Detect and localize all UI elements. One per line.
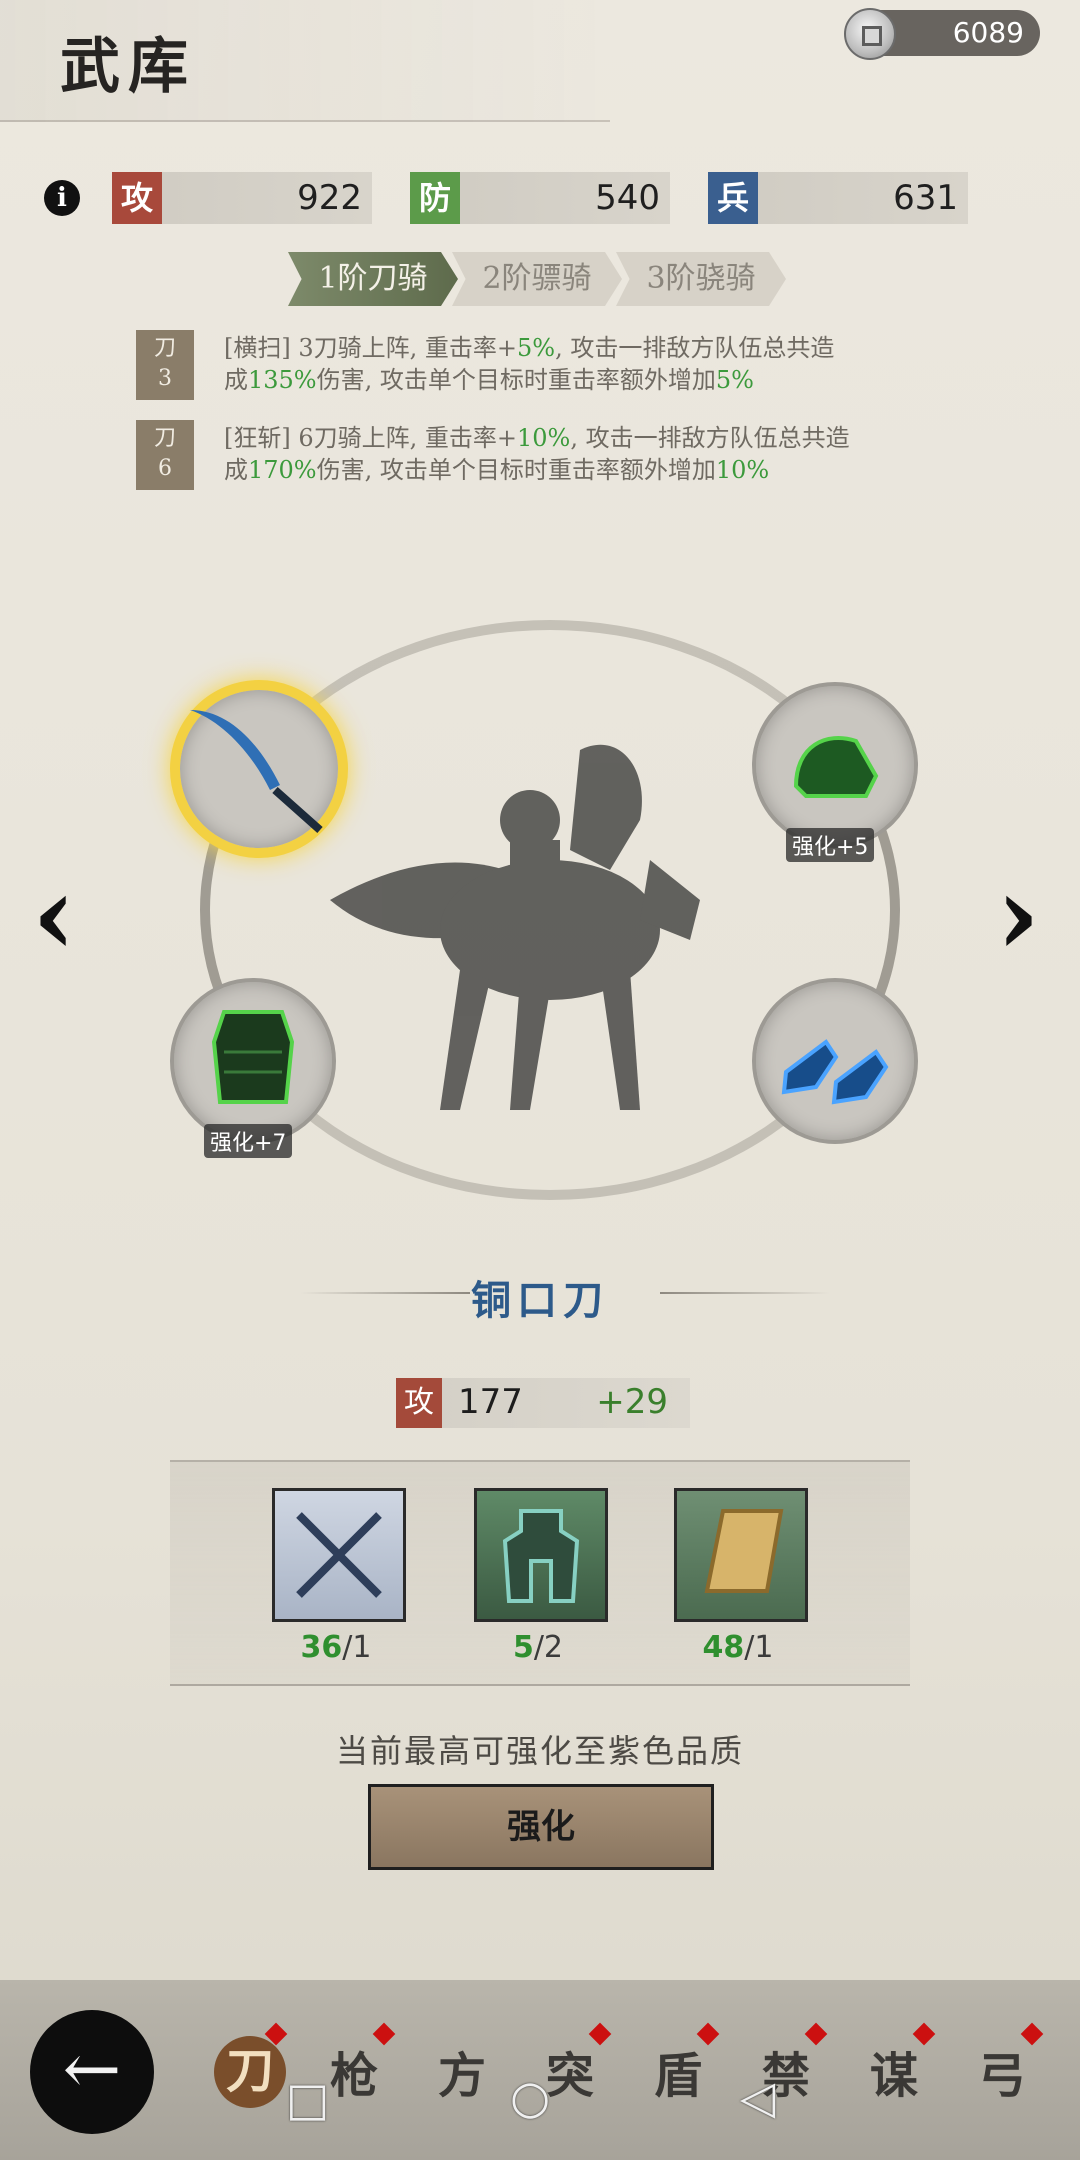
back-nav-icon[interactable]: ◁ — [740, 2070, 775, 2124]
glaive-icon — [190, 710, 323, 833]
nav-tab-mou[interactable]: 谋 — [870, 2036, 918, 2106]
leather-scroll-icon — [704, 1509, 784, 1593]
page-title: 武库 — [60, 32, 196, 102]
bronze-relic-icon — [502, 1509, 580, 1603]
material-count: 48/1 — [702, 1630, 774, 1665]
troops-badge: 兵 — [708, 172, 758, 224]
nav-tab-tu[interactable]: 突 — [546, 2036, 594, 2106]
home-icon[interactable]: ○ — [510, 2070, 550, 2124]
skill-badge: 刀 3 — [136, 330, 194, 400]
material-item[interactable] — [674, 1488, 808, 1622]
item-stat-value: 177 — [458, 1382, 523, 1422]
attack-value: 922 — [297, 178, 362, 218]
attack-badge: 攻 — [112, 172, 162, 224]
next-arrow-icon[interactable]: › — [978, 860, 1058, 970]
defense-stat: 防 540 — [410, 172, 670, 224]
crossed-swords-icon — [296, 1512, 382, 1598]
helmet-enhance-label: 强化+5 — [786, 828, 875, 862]
material-count: 5/2 — [512, 1630, 564, 1665]
defense-badge: 防 — [410, 172, 460, 224]
nav-tab-dao[interactable]: 刀 — [214, 2036, 286, 2108]
troops-value: 631 — [893, 178, 958, 218]
troops-stat: 兵 631 — [708, 172, 968, 224]
currency-display: 6089 — [844, 8, 1040, 60]
weapon-slot[interactable] — [170, 680, 348, 858]
currency-value: 6089 — [952, 16, 1024, 49]
material-count: 36/1 — [300, 1630, 372, 1665]
info-icon[interactable]: i — [44, 180, 80, 216]
nav-tab-gong[interactable]: 弓 — [978, 2036, 1026, 2106]
coin-icon — [844, 8, 896, 60]
armor-slot[interactable]: 强化+7 — [170, 978, 336, 1158]
boots-icon — [781, 1039, 889, 1105]
tab-tier-2[interactable]: 2阶骠骑 — [452, 252, 622, 306]
tab-tier-1[interactable]: 1阶刀骑 — [288, 252, 458, 306]
back-arrow-icon[interactable]: ← — [30, 2010, 154, 2134]
skill-badge: 刀 6 — [136, 420, 194, 490]
skill-badge-type: 刀 — [153, 426, 176, 451]
cavalry-silhouette — [330, 744, 700, 1110]
skill-badge-count: 6 — [158, 456, 172, 481]
nav-tab-fang[interactable]: 方 — [438, 2036, 486, 2106]
armor-icon — [211, 1010, 295, 1104]
enhance-hint: 当前最高可强化至紫色品质 — [335, 1732, 744, 1770]
boots-slot[interactable] — [752, 978, 918, 1144]
skill-description: [狂斩] 6刀骑上阵, 重击率+10%, 攻击一排敌方队伍总共造 成170%伤害… — [224, 424, 850, 484]
tab-tier-3[interactable]: 3阶骁骑 — [616, 252, 786, 306]
helmet-icon — [793, 736, 879, 798]
item-stat-bonus: +29 — [596, 1382, 668, 1422]
nav-tab-dun[interactable]: 盾 — [654, 2036, 702, 2106]
skill-description: [横扫] 3刀骑上阵, 重击率+5%, 攻击一排敌方队伍总共造 成135%伤害,… — [224, 334, 835, 394]
defense-value: 540 — [595, 178, 660, 218]
material-item[interactable] — [474, 1488, 608, 1622]
nav-tab-qiang[interactable]: 枪 — [330, 2036, 378, 2106]
prev-arrow-icon[interactable]: ‹ — [14, 860, 94, 970]
item-name: 铜口刀 — [471, 1277, 609, 1324]
helmet-slot[interactable]: 强化+5 — [752, 682, 918, 862]
material-item[interactable] — [272, 1488, 406, 1622]
recent-apps-icon[interactable]: □ — [286, 2072, 329, 2126]
attack-stat: 攻 922 — [112, 172, 372, 224]
item-stat-badge: 攻 — [396, 1378, 442, 1428]
enhance-button[interactable]: 强化 — [368, 1784, 714, 1870]
skill-badge-count: 3 — [158, 366, 172, 391]
skill-badge-type: 刀 — [153, 336, 176, 361]
armor-enhance-label: 强化+7 — [204, 1124, 293, 1158]
item-stat: 攻 177 +29 — [396, 1378, 690, 1428]
